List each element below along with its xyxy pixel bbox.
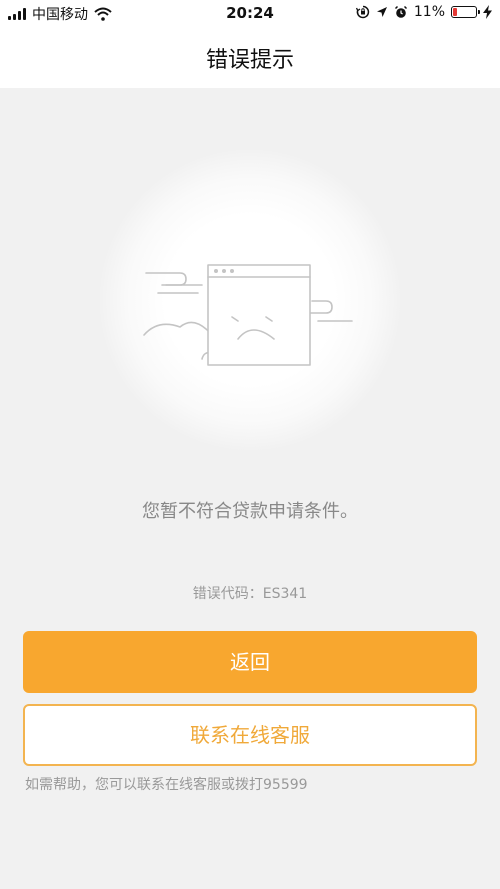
battery-percent: 11% xyxy=(413,4,445,20)
location-icon xyxy=(376,7,387,17)
charging-icon xyxy=(483,5,492,19)
battery-icon xyxy=(451,6,480,18)
page-title: 错误提示 xyxy=(205,48,294,73)
back-button[interactable]: 返回 xyxy=(23,631,477,693)
screen: 中国移动 20:24 11% 错误提示 您暂不符合贷款申请条件。 错误代码：ES… xyxy=(0,0,500,889)
sad-browser-window-icon xyxy=(143,264,353,366)
orientation-lock-icon xyxy=(355,5,369,19)
contact-support-button[interactable]: 联系在线客服 xyxy=(23,704,477,766)
help-text: 如需帮助，您可以联系在线客服或拨打95599 xyxy=(25,777,308,793)
status-right: 11% xyxy=(355,4,492,20)
status-bar: 中国移动 20:24 11% xyxy=(0,0,500,26)
alarm-icon xyxy=(394,5,407,18)
error-code: 错误代码：ES341 xyxy=(192,586,308,602)
error-message: 您暂不符合贷款申请条件。 xyxy=(142,501,358,522)
nav-bar: 错误提示 xyxy=(0,26,500,88)
battery-level xyxy=(453,8,457,16)
